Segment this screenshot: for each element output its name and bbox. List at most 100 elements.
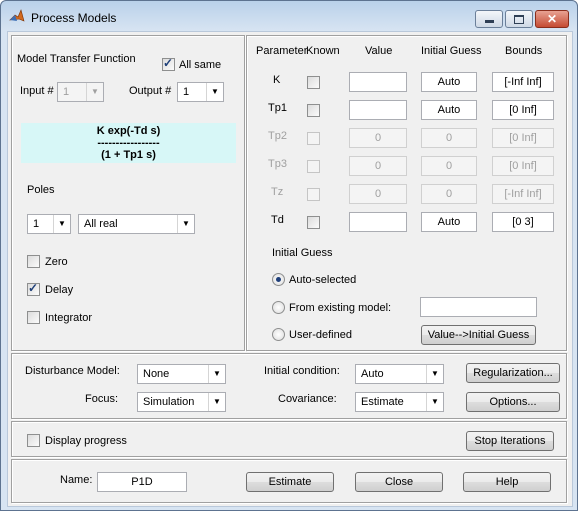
value-field-tz[interactable]: 0 — [349, 184, 407, 204]
model-transfer-panel: Model Transfer Function ✓ All same Input… — [11, 35, 245, 351]
value-field-td[interactable] — [349, 212, 407, 232]
bounds-field-tp2[interactable]: [0 Inf] — [492, 128, 554, 148]
user-defined-radio[interactable] — [272, 328, 285, 341]
disturbance-model-select[interactable]: None ▼ — [137, 364, 226, 384]
display-progress-checkbox[interactable] — [27, 434, 40, 447]
poles-count-value: 1 — [33, 218, 40, 230]
process-models-window: Process Models ✕ Model Transfer Function… — [0, 0, 578, 511]
formula-divider: ----------------- — [97, 137, 160, 149]
bounds-field-k[interactable]: [-Inf Inf] — [492, 72, 554, 92]
transfer-function-display: K exp(-Td s) ----------------- (1 + Tp1 … — [21, 123, 236, 163]
auto-selected-radio[interactable] — [272, 273, 285, 286]
initial-field-k[interactable]: Auto — [421, 72, 477, 92]
chevron-down-icon: ▼ — [206, 83, 223, 101]
initial-condition-value: Auto — [361, 368, 384, 380]
known-checkbox-tp2[interactable] — [307, 132, 320, 145]
estimate-button[interactable]: Estimate — [246, 472, 334, 492]
integrator-checkbox[interactable] — [27, 311, 40, 324]
known-checkbox-tp1[interactable] — [307, 104, 320, 117]
bounds-header: Bounds — [505, 45, 543, 57]
chevron-down-icon: ▼ — [208, 365, 225, 383]
radio-selected-icon — [276, 277, 281, 282]
user-defined-label: User-defined — [289, 329, 352, 341]
known-checkbox-tz[interactable] — [307, 188, 320, 201]
initial-condition-label: Initial condition: — [264, 365, 340, 377]
title-bar: Process Models ✕ — [1, 1, 577, 33]
progress-panel: Display progress Stop Iterations — [11, 421, 567, 457]
footer-panel: Name: P1D Estimate Close Help — [11, 459, 567, 503]
minimize-icon — [484, 20, 494, 23]
param-name-tz: Tz — [271, 186, 284, 198]
output-select[interactable]: 1 ▼ — [177, 82, 224, 102]
value-field-tp2[interactable]: 0 — [349, 128, 407, 148]
regularization-button[interactable]: Regularization... — [466, 363, 560, 383]
zero-label: Zero — [45, 256, 68, 268]
input-select[interactable]: 1 ▼ — [57, 82, 104, 102]
focus-value: Simulation — [143, 396, 195, 408]
disturbance-model-value: None — [143, 368, 170, 380]
initial-guess-title: Initial Guess — [272, 247, 333, 259]
display-progress-label: Display progress — [45, 435, 127, 447]
existing-model-field[interactable] — [420, 297, 537, 317]
param-name-tp3: Tp3 — [268, 158, 287, 170]
chevron-down-icon: ▼ — [53, 215, 70, 233]
delay-label: Delay — [45, 284, 74, 296]
integrator-label: Integrator — [45, 312, 93, 324]
output-value: 1 — [183, 86, 190, 98]
maximize-button[interactable] — [505, 10, 533, 28]
initial-guess-header: Initial Guess — [421, 45, 482, 57]
model-name-field[interactable]: P1D — [97, 472, 187, 492]
minimize-button[interactable] — [475, 10, 503, 28]
help-button[interactable]: Help — [463, 472, 551, 492]
all-same-checkbox[interactable]: ✓ — [162, 56, 175, 71]
chevron-down-icon: ▼ — [426, 393, 443, 411]
formula-denominator: (1 + Tp1 s) — [101, 149, 156, 161]
chevron-down-icon: ▼ — [208, 393, 225, 411]
disturbance-model-label: Disturbance Model: — [25, 365, 120, 377]
value-field-tp3[interactable]: 0 — [349, 156, 407, 176]
from-existing-label: From existing model: — [289, 302, 392, 314]
param-name-td: Td — [271, 214, 284, 226]
covariance-value: Estimate — [361, 396, 404, 408]
chevron-down-icon: ▼ — [177, 215, 194, 233]
parameter-header: Parameter — [256, 45, 308, 57]
bounds-field-tz[interactable]: [-Inf Inf] — [492, 184, 554, 204]
formula-numerator: K exp(-Td s) — [96, 125, 161, 137]
value-to-initial-guess-button[interactable]: Value-->Initial Guess — [421, 325, 536, 345]
chevron-down-icon: ▼ — [426, 365, 443, 383]
output-label: Output # — [129, 85, 172, 97]
options-button[interactable]: Options... — [466, 392, 560, 412]
poles-label: Poles — [27, 184, 55, 196]
initial-condition-select[interactable]: Auto ▼ — [355, 364, 444, 384]
zero-checkbox[interactable] — [27, 255, 40, 268]
value-field-tp1[interactable] — [349, 100, 407, 120]
initial-field-tz[interactable]: 0 — [421, 184, 477, 204]
covariance-select[interactable]: Estimate ▼ — [355, 392, 444, 412]
known-checkbox-tp3[interactable] — [307, 160, 320, 173]
bounds-field-tp3[interactable]: [0 Inf] — [492, 156, 554, 176]
maximize-icon — [514, 14, 524, 24]
from-existing-radio[interactable] — [272, 301, 285, 314]
known-checkbox-k[interactable] — [307, 76, 320, 89]
bounds-field-tp1[interactable]: [0 Inf] — [492, 100, 554, 120]
focus-select[interactable]: Simulation ▼ — [137, 392, 226, 412]
known-checkbox-td[interactable] — [307, 216, 320, 229]
close-button[interactable]: Close — [355, 472, 443, 492]
poles-count-select[interactable]: 1 ▼ — [27, 214, 71, 234]
auto-selected-label: Auto-selected — [289, 274, 357, 286]
value-field-k[interactable] — [349, 72, 407, 92]
check-icon: ✓ — [28, 281, 39, 295]
close-window-button[interactable]: ✕ — [535, 10, 569, 28]
initial-field-tp1[interactable]: Auto — [421, 100, 477, 120]
param-name-tp2: Tp2 — [268, 130, 287, 142]
stop-iterations-button[interactable]: Stop Iterations — [466, 431, 554, 451]
parameters-panel: Parameter Known Value Initial Guess Boun… — [246, 35, 567, 351]
delay-checkbox[interactable]: ✓ — [27, 281, 40, 296]
poles-type-select[interactable]: All real ▼ — [78, 214, 195, 234]
initial-field-tp2[interactable]: 0 — [421, 128, 477, 148]
covariance-label: Covariance: — [278, 393, 337, 405]
focus-label: Focus: — [85, 393, 119, 405]
initial-field-td[interactable]: Auto — [421, 212, 477, 232]
initial-field-tp3[interactable]: 0 — [421, 156, 477, 176]
bounds-field-td[interactable]: [0 3] — [492, 212, 554, 232]
